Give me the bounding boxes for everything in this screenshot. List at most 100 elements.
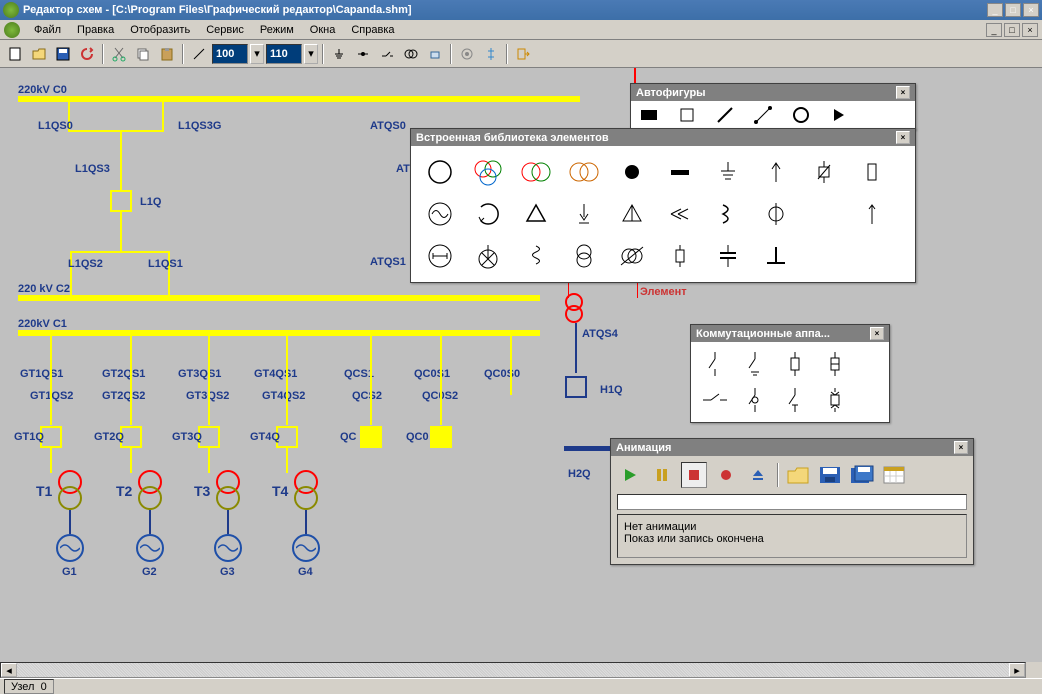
switches-panel[interactable]: Коммутационные аппа...× bbox=[690, 324, 890, 423]
lib-2circ-arrow-icon[interactable] bbox=[609, 236, 655, 276]
save-anim-button[interactable] bbox=[817, 462, 843, 488]
close-button[interactable]: × bbox=[1023, 3, 1039, 17]
lib-rect-icon[interactable] bbox=[849, 152, 895, 192]
record-button[interactable] bbox=[713, 462, 739, 488]
saveall-button[interactable] bbox=[849, 462, 875, 488]
pause-button[interactable] bbox=[649, 462, 675, 488]
lib-transformer2-icon[interactable] bbox=[513, 152, 559, 192]
lib-perp-icon[interactable] bbox=[753, 236, 799, 276]
align-tool[interactable] bbox=[480, 43, 502, 65]
menu-service[interactable]: Сервис bbox=[198, 22, 252, 38]
lib-ct-icon[interactable] bbox=[753, 194, 799, 234]
minimize-button[interactable]: _ bbox=[987, 3, 1003, 17]
shape-play-icon[interactable] bbox=[829, 105, 849, 125]
lib-dot-icon[interactable] bbox=[609, 152, 655, 192]
sw-load-icon[interactable] bbox=[777, 384, 813, 416]
lib-split-icon[interactable] bbox=[465, 236, 511, 276]
doc-minimize-button[interactable]: _ bbox=[986, 23, 1002, 37]
shape-line-icon[interactable] bbox=[715, 105, 735, 125]
lib-reactor-icon[interactable] bbox=[705, 194, 751, 234]
eject-button[interactable] bbox=[745, 462, 771, 488]
animation-input[interactable] bbox=[617, 494, 967, 510]
play-button[interactable] bbox=[617, 462, 643, 488]
lib-circle-icon[interactable] bbox=[417, 152, 463, 192]
sw-breaker-icon[interactable] bbox=[777, 348, 813, 380]
lib-arrow-up-icon[interactable] bbox=[753, 152, 799, 192]
switch-tool[interactable] bbox=[376, 43, 398, 65]
zoom-drop-2[interactable]: ▾ bbox=[304, 44, 318, 64]
lib-line-up-icon[interactable] bbox=[849, 194, 895, 234]
lib-cap2-icon[interactable] bbox=[705, 236, 751, 276]
canvas[interactable]: 220kV C0 220 kV C2 220kV C1 L1QS0 L1QS3G… bbox=[0, 68, 1042, 662]
copy-button[interactable] bbox=[132, 43, 154, 65]
menu-help[interactable]: Справка bbox=[343, 22, 402, 38]
switches-close-button[interactable]: × bbox=[870, 327, 884, 340]
lib-sine-icon[interactable] bbox=[417, 194, 463, 234]
lib-meter-icon[interactable] bbox=[417, 236, 463, 276]
lib-ground-icon[interactable] bbox=[705, 152, 751, 192]
lib-coil-icon[interactable] bbox=[513, 236, 559, 276]
service-tool[interactable] bbox=[424, 43, 446, 65]
calendar-button[interactable] bbox=[881, 462, 907, 488]
library-close-button[interactable]: × bbox=[896, 131, 910, 144]
shapes-close-button[interactable]: × bbox=[896, 86, 910, 99]
menu-mode[interactable]: Режим bbox=[252, 22, 302, 38]
zoom-combo-2[interactable]: 110 bbox=[266, 44, 302, 64]
animation-panel[interactable]: Анимация× Нет анимации Показ или запись … bbox=[610, 438, 974, 565]
lib-empty3-icon[interactable] bbox=[849, 236, 895, 276]
config-tool[interactable] bbox=[456, 43, 478, 65]
lib-capacitor-icon[interactable] bbox=[801, 152, 847, 192]
label-at: AT bbox=[396, 163, 410, 175]
maximize-button[interactable]: □ bbox=[1005, 3, 1021, 17]
zoom-drop-1[interactable]: ▾ bbox=[250, 44, 264, 64]
shape-square-icon[interactable] bbox=[677, 105, 697, 125]
exit-tool[interactable] bbox=[512, 43, 534, 65]
sw-disconnect-icon[interactable] bbox=[697, 348, 733, 380]
library-panel[interactable]: Встроенная библиотека элементов× bbox=[410, 128, 916, 283]
sw-drawout-icon[interactable] bbox=[817, 384, 853, 416]
stop-button[interactable] bbox=[681, 462, 707, 488]
lib-arrow-down-icon[interactable] bbox=[561, 194, 607, 234]
lib-empty2-icon[interactable] bbox=[801, 236, 847, 276]
zoom-combo-1[interactable]: 100 bbox=[212, 44, 248, 64]
sw-breaker2-icon[interactable] bbox=[817, 348, 853, 380]
new-button[interactable] bbox=[4, 43, 26, 65]
paste-button[interactable] bbox=[156, 43, 178, 65]
circles-tool[interactable] bbox=[400, 43, 422, 65]
lib-fuse-icon[interactable] bbox=[657, 236, 703, 276]
sw-h-icon[interactable] bbox=[697, 384, 733, 416]
scroll-left-button[interactable]: ◂ bbox=[1, 663, 17, 677]
shape-circle-icon[interactable] bbox=[791, 105, 811, 125]
scrollbar-horizontal[interactable]: ◂ ▸ bbox=[0, 662, 1026, 678]
lib-arc-icon[interactable] bbox=[465, 194, 511, 234]
lib-delta-icon[interactable] bbox=[513, 194, 559, 234]
menu-edit[interactable]: Правка bbox=[69, 22, 122, 38]
scroll-right-button[interactable]: ▸ bbox=[1009, 663, 1025, 677]
menu-view[interactable]: Отобразить bbox=[122, 22, 198, 38]
animation-close-button[interactable]: × bbox=[954, 441, 968, 454]
cut-button[interactable] bbox=[108, 43, 130, 65]
node-tool[interactable] bbox=[352, 43, 374, 65]
lib-double-arrow-icon[interactable] bbox=[657, 194, 703, 234]
menu-file[interactable]: Файл bbox=[26, 22, 69, 38]
doc-close-button[interactable]: × bbox=[1022, 23, 1038, 37]
shape-connector-icon[interactable] bbox=[753, 105, 773, 125]
folder-button[interactable] bbox=[785, 462, 811, 488]
lib-transformer3-icon[interactable] bbox=[465, 152, 511, 192]
doc-maximize-button[interactable]: □ bbox=[1004, 23, 1020, 37]
lib-transformer2b-icon[interactable] bbox=[561, 152, 607, 192]
lib-empty1-icon[interactable] bbox=[801, 194, 847, 234]
open-button[interactable] bbox=[28, 43, 50, 65]
ground-tool[interactable] bbox=[328, 43, 350, 65]
shapes-panel[interactable]: Автофигуры× bbox=[630, 83, 916, 130]
refresh-button[interactable] bbox=[76, 43, 98, 65]
shape-rect-icon[interactable] bbox=[639, 105, 659, 125]
line-tool[interactable] bbox=[188, 43, 210, 65]
lib-2circ-v-icon[interactable] bbox=[561, 236, 607, 276]
menu-windows[interactable]: Окна bbox=[302, 22, 344, 38]
sw-auto-icon[interactable] bbox=[737, 384, 773, 416]
lib-bar-icon[interactable] bbox=[657, 152, 703, 192]
save-button[interactable] bbox=[52, 43, 74, 65]
sw-ground-icon[interactable] bbox=[737, 348, 773, 380]
lib-triangle-up-icon[interactable] bbox=[609, 194, 655, 234]
